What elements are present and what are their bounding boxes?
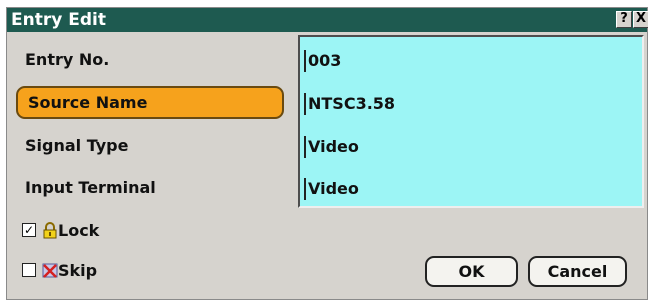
ok-button[interactable]: OK	[425, 256, 518, 287]
skip-icon	[42, 263, 58, 278]
help-button[interactable]: ?	[616, 11, 632, 28]
entry-edit-dialog: Entry Edit ? X Entry No. Source Name Sig…	[6, 7, 648, 300]
input-terminal-label: Input Terminal	[25, 178, 156, 197]
cancel-button[interactable]: Cancel	[528, 256, 627, 287]
lock-icon	[43, 222, 57, 239]
skip-label: Skip	[58, 261, 98, 280]
field-divider	[304, 136, 306, 158]
field-divider	[304, 93, 306, 115]
lock-label: Lock	[58, 221, 100, 240]
close-button[interactable]: X	[633, 11, 648, 28]
title-bar: Entry Edit ? X	[7, 8, 648, 32]
field-divider	[304, 50, 306, 72]
window-title: Entry Edit	[11, 10, 106, 30]
skip-checkbox[interactable]	[22, 263, 36, 277]
lock-checkbox[interactable]: ✓	[22, 223, 36, 237]
entry-no-label: Entry No.	[25, 50, 110, 69]
source-name-value[interactable]: NTSC3.58	[308, 94, 395, 113]
source-name-button[interactable]: Source Name	[16, 86, 284, 119]
field-divider	[304, 178, 306, 200]
value-panel: 003 NTSC3.58 Video Video	[298, 35, 644, 208]
input-terminal-value: Video	[308, 179, 359, 198]
signal-type-label: Signal Type	[25, 136, 129, 155]
entry-no-value: 003	[308, 51, 342, 70]
signal-type-value: Video	[308, 137, 359, 156]
